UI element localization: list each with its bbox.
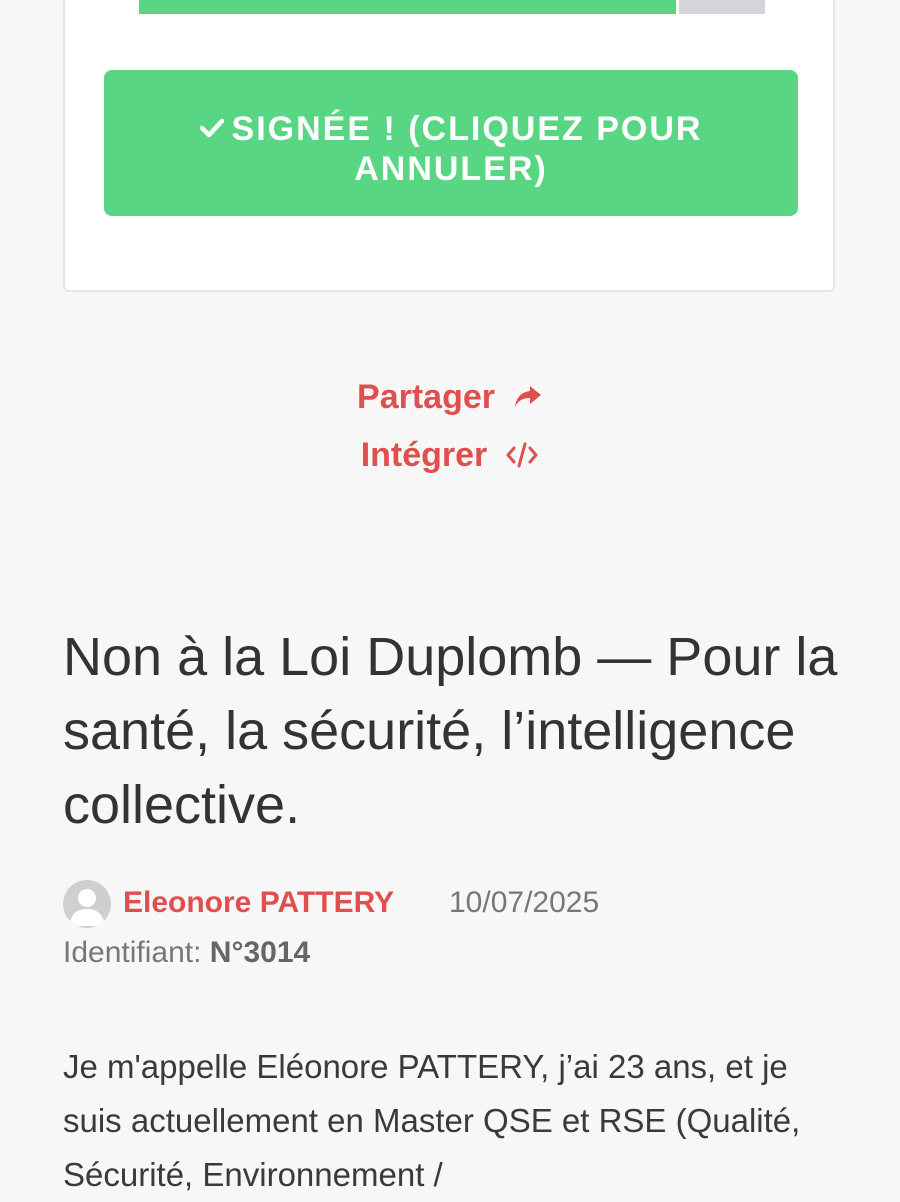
progress-fill: [139, 0, 677, 14]
code-icon: [506, 442, 538, 468]
petition-date: 10/07/2025: [449, 886, 600, 919]
identifier-label: Identifiant:: [63, 936, 202, 969]
embed-link[interactable]: Intégrer: [361, 430, 540, 480]
petition-title: Non à la Loi Duplomb — Pour la santé, la…: [63, 627, 838, 835]
author-link[interactable]: Eleonore PATTERY: [123, 886, 394, 920]
user-avatar-icon: [69, 889, 105, 926]
check-icon: [199, 118, 224, 138]
share-link[interactable]: Partager: [357, 372, 543, 422]
progress-divider: [676, 0, 680, 14]
signature-card: SIGNÉE ! (CLIQUEZ POUR ANNULER): [63, 0, 835, 292]
petition-meta: Eleonore PATTERY 10/07/2025: [63, 878, 843, 938]
signed-button-label: SIGNÉE ! (CLIQUEZ POUR ANNULER): [231, 110, 703, 188]
avatar: [63, 880, 111, 928]
share-label: Partager: [357, 377, 495, 416]
petition-body: Je m'appelle Eléonore PATTERY, j’ai 23 a…: [63, 1048, 801, 1193]
share-actions: Partager Intégrer: [0, 372, 900, 488]
identifier-value: N°3014: [209, 936, 311, 969]
signed-cancel-button[interactable]: SIGNÉE ! (CLIQUEZ POUR ANNULER): [104, 70, 798, 216]
signature-progress-bar: [139, 0, 765, 14]
share-arrow-icon: [514, 386, 541, 407]
embed-label: Intégrer: [360, 435, 488, 474]
petition-identifier: Identifiant: N°3014: [63, 936, 310, 970]
